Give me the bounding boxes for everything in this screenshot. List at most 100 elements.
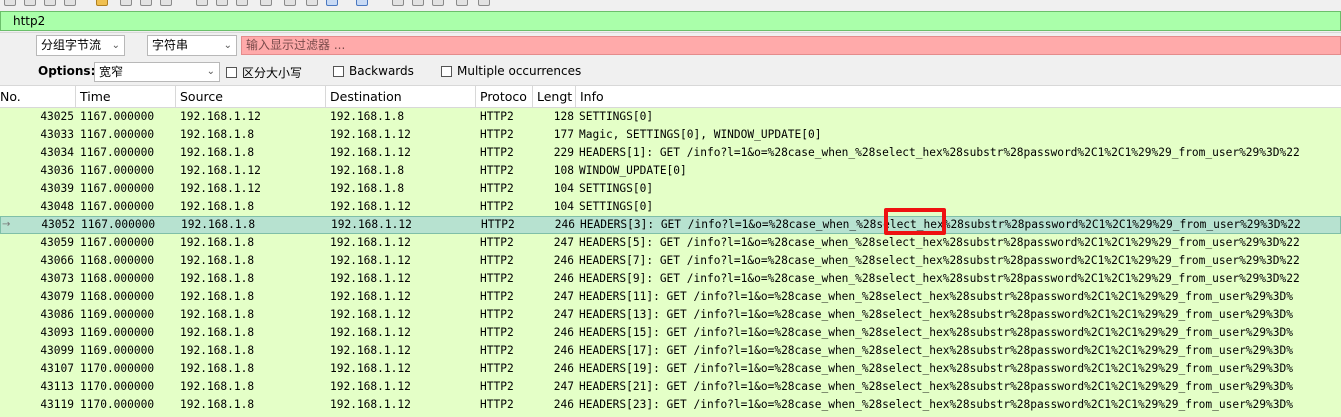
cell-length: 229 (553, 146, 574, 159)
cell-time: 1170.000000 (80, 362, 155, 375)
case-sensitive-checkbox[interactable]: 区分大小写 (226, 64, 302, 81)
chevron-down-icon: ⌄ (223, 40, 232, 51)
column-header-length[interactable]: Lengt (533, 86, 576, 108)
table-row[interactable]: 43099 1169.000000 192.168.1.8 192.168.1.12 H… (0, 342, 1341, 360)
toolbar-prev-packet-icon[interactable] (236, 0, 248, 6)
cell-info: HEADERS[19]: GET /info?l=1&o=%28case_whe… (579, 362, 1293, 375)
toolbar-colorize-icon[interactable] (306, 0, 318, 6)
table-row[interactable]: 43059 1167.000000 192.168.1.8 192.168.1.12 H… (0, 234, 1341, 252)
cell-protocol: HTTP2 (480, 182, 514, 195)
cell-length: 247 (553, 308, 574, 321)
checkbox-box[interactable] (333, 65, 344, 77)
toolbar-reload-icon[interactable] (64, 0, 76, 6)
toolbar-zoom-in-icon[interactable] (392, 0, 404, 6)
column-header-no[interactable]: No. (0, 86, 76, 108)
cell-info: HEADERS[23]: GET /info?l=1&o=%28case_whe… (579, 398, 1293, 411)
toolbar-find-icon[interactable] (96, 0, 108, 6)
table-row[interactable]: 43093 1169.000000 192.168.1.8 192.168.1.12 H… (0, 324, 1341, 342)
table-row[interactable]: 43025 1167.000000 192.168.1.12 192.168.1.8 H… (0, 108, 1341, 126)
cell-no: 43086 (40, 308, 74, 321)
toolbar-go-forward-icon[interactable] (140, 0, 152, 6)
cell-time: 1167.000000 (80, 146, 155, 159)
table-row[interactable]: 43039 1167.000000 192.168.1.12 192.168.1.8 H… (0, 180, 1341, 198)
cell-time: 1167.000000 (80, 236, 155, 249)
column-header-time[interactable]: Time (76, 86, 176, 108)
cell-protocol: HTTP2 (480, 236, 514, 249)
search-input[interactable]: 输入显示过滤器 ... (241, 36, 1341, 55)
chevron-down-icon: ⌄ (111, 40, 120, 51)
table-row[interactable]: 43036 1167.000000 192.168.1.12 192.168.1.8 H… (0, 162, 1341, 180)
cell-info: HEADERS[15]: GET /info?l=1&o=%28case_whe… (579, 326, 1293, 339)
cell-no: 43099 (40, 344, 74, 357)
cell-time: 1167.000000 (80, 164, 155, 177)
cell-info: HEADERS[11]: GET /info?l=1&o=%28case_whe… (579, 290, 1293, 303)
cell-no: 43048 (40, 200, 74, 213)
cell-no: 43039 (40, 182, 74, 195)
table-row[interactable]: 43113 1170.000000 192.168.1.8 192.168.1.12 H… (0, 378, 1341, 396)
column-header-destination[interactable]: Destination (326, 86, 476, 108)
toolbar-resize-columns-icon[interactable] (456, 0, 468, 6)
table-row[interactable]: 43086 1169.000000 192.168.1.8 192.168.1.12 H… (0, 306, 1341, 324)
table-row[interactable]: 43066 1168.000000 192.168.1.8 192.168.1.12 H… (0, 252, 1341, 270)
toolbar-open-icon[interactable] (4, 0, 16, 6)
cell-info: Magic, SETTINGS[0], WINDOW_UPDATE[0] (579, 128, 822, 141)
cell-source: 192.168.1.8 (180, 344, 255, 357)
table-row[interactable]: 43048 1167.000000 192.168.1.8 192.168.1.12 H… (0, 198, 1341, 216)
cell-info: SETTINGS[0] (579, 182, 654, 195)
cell-no: 43119 (40, 398, 74, 411)
multiple-occurrences-checkbox[interactable]: Multiple occurrences (441, 64, 581, 78)
cell-destination: 192.168.1.12 (330, 200, 411, 213)
toolbar-save-icon[interactable] (24, 0, 36, 6)
table-row[interactable]: 43107 1170.000000 192.168.1.8 192.168.1.12 H… (0, 360, 1341, 378)
toolbar-mark-icon[interactable] (326, 0, 338, 6)
checkbox-box[interactable] (226, 67, 237, 78)
cell-destination: 192.168.1.12 (330, 326, 411, 339)
search-in-select[interactable]: 分组字节流 ⌄ (36, 35, 125, 56)
cell-source: 192.168.1.8 (180, 326, 255, 339)
cell-info: HEADERS[7]: GET /info?l=1&o=%28case_when… (579, 254, 1300, 267)
toolbar-last-packet-icon[interactable] (216, 0, 228, 6)
search-in-value: 分组字节流 (41, 38, 102, 52)
toolbar-first-packet-icon[interactable] (196, 0, 208, 6)
find-bar: 分组字节流 ⌄ 字符串 ⌄ 输入显示过滤器 ... (0, 32, 1341, 58)
cell-protocol: HTTP2 (480, 146, 514, 159)
toolbar-autoscroll-icon[interactable] (284, 0, 296, 6)
toolbar-expand-icon[interactable] (478, 0, 490, 6)
toolbar-next-packet-icon[interactable] (260, 0, 272, 6)
display-filter-input[interactable]: http2 (0, 11, 1341, 31)
cell-no: 43113 (40, 380, 74, 393)
column-header-source[interactable]: Source (176, 86, 326, 108)
cell-source: 192.168.1.8 (180, 254, 255, 267)
column-header-protocol[interactable]: Protoco (476, 86, 533, 108)
toolbar-list-icon[interactable] (356, 0, 368, 6)
table-row[interactable]: 43034 1167.000000 192.168.1.8 192.168.1.12 H… (0, 144, 1341, 162)
cell-length: 246 (553, 344, 574, 357)
toolbar-zoom-reset-icon[interactable] (432, 0, 444, 6)
cell-source: 192.168.1.12 (180, 110, 261, 123)
toolbar-go-back-icon[interactable] (120, 0, 132, 6)
toolbar-close-icon[interactable] (44, 0, 56, 6)
toolbar-go-to-icon[interactable] (160, 0, 172, 6)
cell-protocol: HTTP2 (480, 362, 514, 375)
packet-list: 43025 1167.000000 192.168.1.12 192.168.1.8 H… (0, 108, 1341, 417)
table-row[interactable]: → 43052 1167.000000 192.168.1.8 192.168.1.12… (0, 216, 1341, 234)
backwards-checkbox[interactable]: Backwards (333, 64, 414, 78)
cell-length: 246 (553, 326, 574, 339)
column-header-info[interactable]: Info (576, 86, 1341, 108)
cell-info: HEADERS[5]: GET /info?l=1&o=%28case_when… (579, 236, 1300, 249)
cell-length: 246 (553, 362, 574, 375)
checkbox-box[interactable] (441, 65, 452, 77)
cell-protocol: HTTP2 (480, 272, 514, 285)
table-row[interactable]: 43079 1168.000000 192.168.1.8 192.168.1.12 H… (0, 288, 1341, 306)
search-type-select[interactable]: 字符串 ⌄ (147, 35, 237, 56)
cell-protocol: HTTP2 (481, 218, 515, 231)
cell-length: 246 (553, 398, 574, 411)
toolbar-zoom-out-icon[interactable] (412, 0, 424, 6)
cell-protocol: HTTP2 (480, 308, 514, 321)
cell-length: 246 (553, 272, 574, 285)
table-row[interactable]: 43119 1170.000000 192.168.1.8 192.168.1.12 H… (0, 396, 1341, 414)
charset-select[interactable]: 宽窄 ⌄ (94, 62, 220, 82)
table-row[interactable]: 43073 1168.000000 192.168.1.8 192.168.1.12 H… (0, 270, 1341, 288)
find-options-bar: Options: 宽窄 ⌄ 区分大小写 Backwards Multiple o… (0, 58, 1341, 86)
table-row[interactable]: 43033 1167.000000 192.168.1.8 192.168.1.12 H… (0, 126, 1341, 144)
